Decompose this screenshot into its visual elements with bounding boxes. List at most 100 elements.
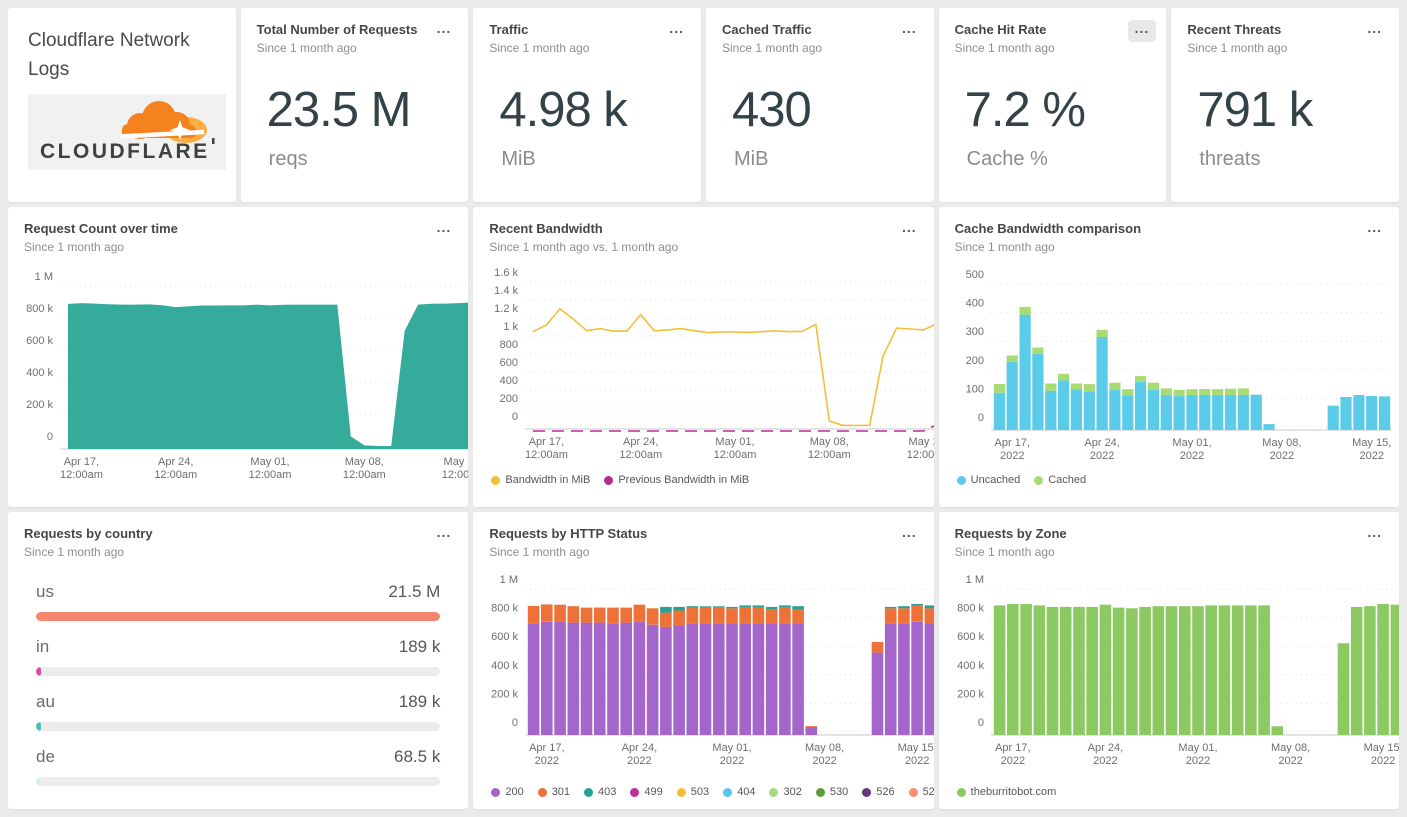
svg-text:100: 100 <box>965 383 983 395</box>
svg-text:2022: 2022 <box>1185 755 1209 767</box>
country-bar-list: us 21.5 M in 189 k au 189 k de 68.5 k <box>36 582 441 802</box>
panel-header: Requests by Zone Since 1 month ago <box>955 526 1355 559</box>
svg-text:400 k: 400 k <box>957 660 984 672</box>
panel-menu-icon[interactable]: ... <box>1360 524 1389 546</box>
panel-menu-icon[interactable]: ... <box>1127 20 1157 42</box>
legend-dot-icon <box>723 787 733 797</box>
svg-text:May 08,: May 08, <box>1262 437 1301 449</box>
legend-dot-icon <box>956 475 966 485</box>
panel-subtitle: Since 1 month ago <box>954 240 1055 254</box>
svg-text:2022: 2022 <box>1359 450 1383 462</box>
stat-unit: reqs <box>268 148 308 170</box>
country-bar-fill <box>36 777 40 786</box>
svg-text:2022: 2022 <box>628 755 652 767</box>
legend-item-499[interactable]: 499 <box>630 786 663 798</box>
legend-dot-icon <box>908 787 918 797</box>
country-bar-fill <box>36 722 41 731</box>
chart-legend: Bandwidth in MiB Previous Bandwidth in Mi… <box>491 474 749 486</box>
svg-text:2022: 2022 <box>1093 755 1117 767</box>
svg-text:200 k: 200 k <box>26 399 53 411</box>
legend-item-cached[interactable]: Cached <box>1034 474 1086 486</box>
panel-menu-icon[interactable]: ... <box>1360 219 1389 241</box>
legend-item-301[interactable]: 301 <box>537 786 570 798</box>
panel-menu-icon[interactable]: ... <box>430 20 459 42</box>
stats-row: Cloudflare Network Logs CLOUDFLARE Total… <box>8 8 1399 202</box>
panel-title: Total Number of Requests <box>256 22 418 37</box>
country-code: us <box>36 582 54 601</box>
panel-menu-icon[interactable]: ... <box>662 20 691 42</box>
legend-item-526[interactable]: 526 <box>862 786 895 798</box>
panel-menu-icon[interactable]: ... <box>430 219 459 241</box>
panel-header: Recent Threats Since 1 month ago <box>1187 22 1355 55</box>
svg-text:2022: 2022 <box>1090 450 1114 462</box>
country-row: us 21.5 M <box>36 582 441 621</box>
panel-header: Requests by HTTP Status Since 1 month ag… <box>489 526 889 559</box>
legend-item-404[interactable]: 404 <box>723 786 755 798</box>
svg-text:May 08,: May 08, <box>810 436 849 448</box>
chart-legend: 200 301 403 499 503 404 302 530 526 524 <box>491 786 934 798</box>
panel-menu-icon[interactable]: ... <box>895 219 924 241</box>
cloudflare-logo-image: CLOUDFLARE <box>28 94 226 170</box>
svg-text:0: 0 <box>978 412 984 424</box>
legend-item-302[interactable]: 302 <box>769 786 802 798</box>
panel-title: Cache Bandwidth comparison <box>954 221 1142 236</box>
charts-row-1: 1 M 800 k 600 k 400 k 200 k 0 Apr 17, 12:00am Ap… <box>8 207 1399 507</box>
svg-text:May 08,: May 08, <box>1271 742 1310 754</box>
svg-text:2022: 2022 <box>1000 450 1024 462</box>
panel-menu-icon[interactable]: ... <box>1360 20 1389 42</box>
svg-text:Apr 24,: Apr 24, <box>622 742 657 754</box>
svg-text:Apr 17,: Apr 17, <box>64 456 99 468</box>
svg-text:12:00am: 12:00am <box>808 449 851 461</box>
panel-title: Cache Hit Rate <box>954 22 1047 37</box>
legend-item-theburritobot-com[interactable]: theburritobot.com <box>956 786 1056 798</box>
legend-item-200[interactable]: 200 <box>491 786 524 798</box>
legend-dot-icon <box>1034 475 1044 485</box>
panel-total-requests: Total Number of Requests Since 1 month a… <box>240 8 469 202</box>
panel-header: Requests by country Since 1 month ago <box>24 526 424 559</box>
legend-item-bandwidth-in-mib[interactable]: Bandwidth in MiB <box>491 474 590 486</box>
panel-subtitle: Since 1 month ago <box>24 240 125 254</box>
country-bar-track <box>36 722 441 731</box>
svg-text:Apr 17,: Apr 17, <box>995 742 1030 754</box>
panel-header: Cache Bandwidth comparison Since 1 month… <box>955 221 1355 254</box>
legend-item-403[interactable]: 403 <box>584 786 616 798</box>
svg-text:Apr 24,: Apr 24, <box>1084 437 1119 449</box>
country-row: de 68.5 k <box>36 747 441 786</box>
svg-text:0: 0 <box>978 717 984 729</box>
svg-text:May 01,: May 01, <box>250 456 289 468</box>
legend-item-524[interactable]: 524 <box>908 786 934 798</box>
legend-dot-icon <box>956 787 966 797</box>
panel-header: Traffic Since 1 month ago <box>489 22 657 55</box>
country-row: au 189 k <box>36 692 441 731</box>
svg-text:0: 0 <box>512 717 518 729</box>
svg-text:2022: 2022 <box>1179 450 1203 462</box>
panel-menu-icon[interactable]: ... <box>895 524 924 546</box>
svg-text:May 15,: May 15, <box>1352 437 1391 449</box>
svg-text:200: 200 <box>965 355 983 367</box>
legend-dot-icon <box>604 475 614 485</box>
svg-text:May 15,: May 15, <box>898 742 934 754</box>
svg-text:2022: 2022 <box>813 755 837 767</box>
legend-item-uncached[interactable]: Uncached <box>956 474 1020 486</box>
svg-text:200: 200 <box>500 393 518 405</box>
legend-dot-icon <box>584 787 594 797</box>
panel-subtitle: Since 1 month ago <box>256 41 357 55</box>
svg-text:400 k: 400 k <box>491 660 518 672</box>
panel-header: Cache Hit Rate Since 1 month ago <box>955 22 1123 55</box>
panel-menu-icon[interactable]: ... <box>430 524 459 546</box>
panel-subtitle: Since 1 month ago <box>24 545 125 559</box>
panel-requests-by-http-status: 1 M 800 k 600 k 400 k 200 k 0 Apr 17, 2022 Apr 2… <box>473 512 934 809</box>
stat-value: 7.2 % <box>964 83 1086 137</box>
legend-item-530[interactable]: 530 <box>815 786 848 798</box>
legend-item-previous-bandwidth-in-mib[interactable]: Previous Bandwidth in MiB <box>604 474 749 486</box>
panel-title: Request Count over time <box>24 221 178 236</box>
legend-item-503[interactable]: 503 <box>676 786 709 798</box>
svg-text:2022: 2022 <box>535 755 559 767</box>
svg-text:400: 400 <box>500 375 518 387</box>
svg-text:Apr 17,: Apr 17, <box>994 437 1029 449</box>
svg-text:200 k: 200 k <box>491 688 518 700</box>
panel-subtitle: Since 1 month ago vs. 1 month ago <box>489 240 679 254</box>
svg-text:12:00am: 12:00am <box>525 449 568 461</box>
panel-menu-icon[interactable]: ... <box>895 20 924 42</box>
svg-text:800 k: 800 k <box>26 303 53 315</box>
